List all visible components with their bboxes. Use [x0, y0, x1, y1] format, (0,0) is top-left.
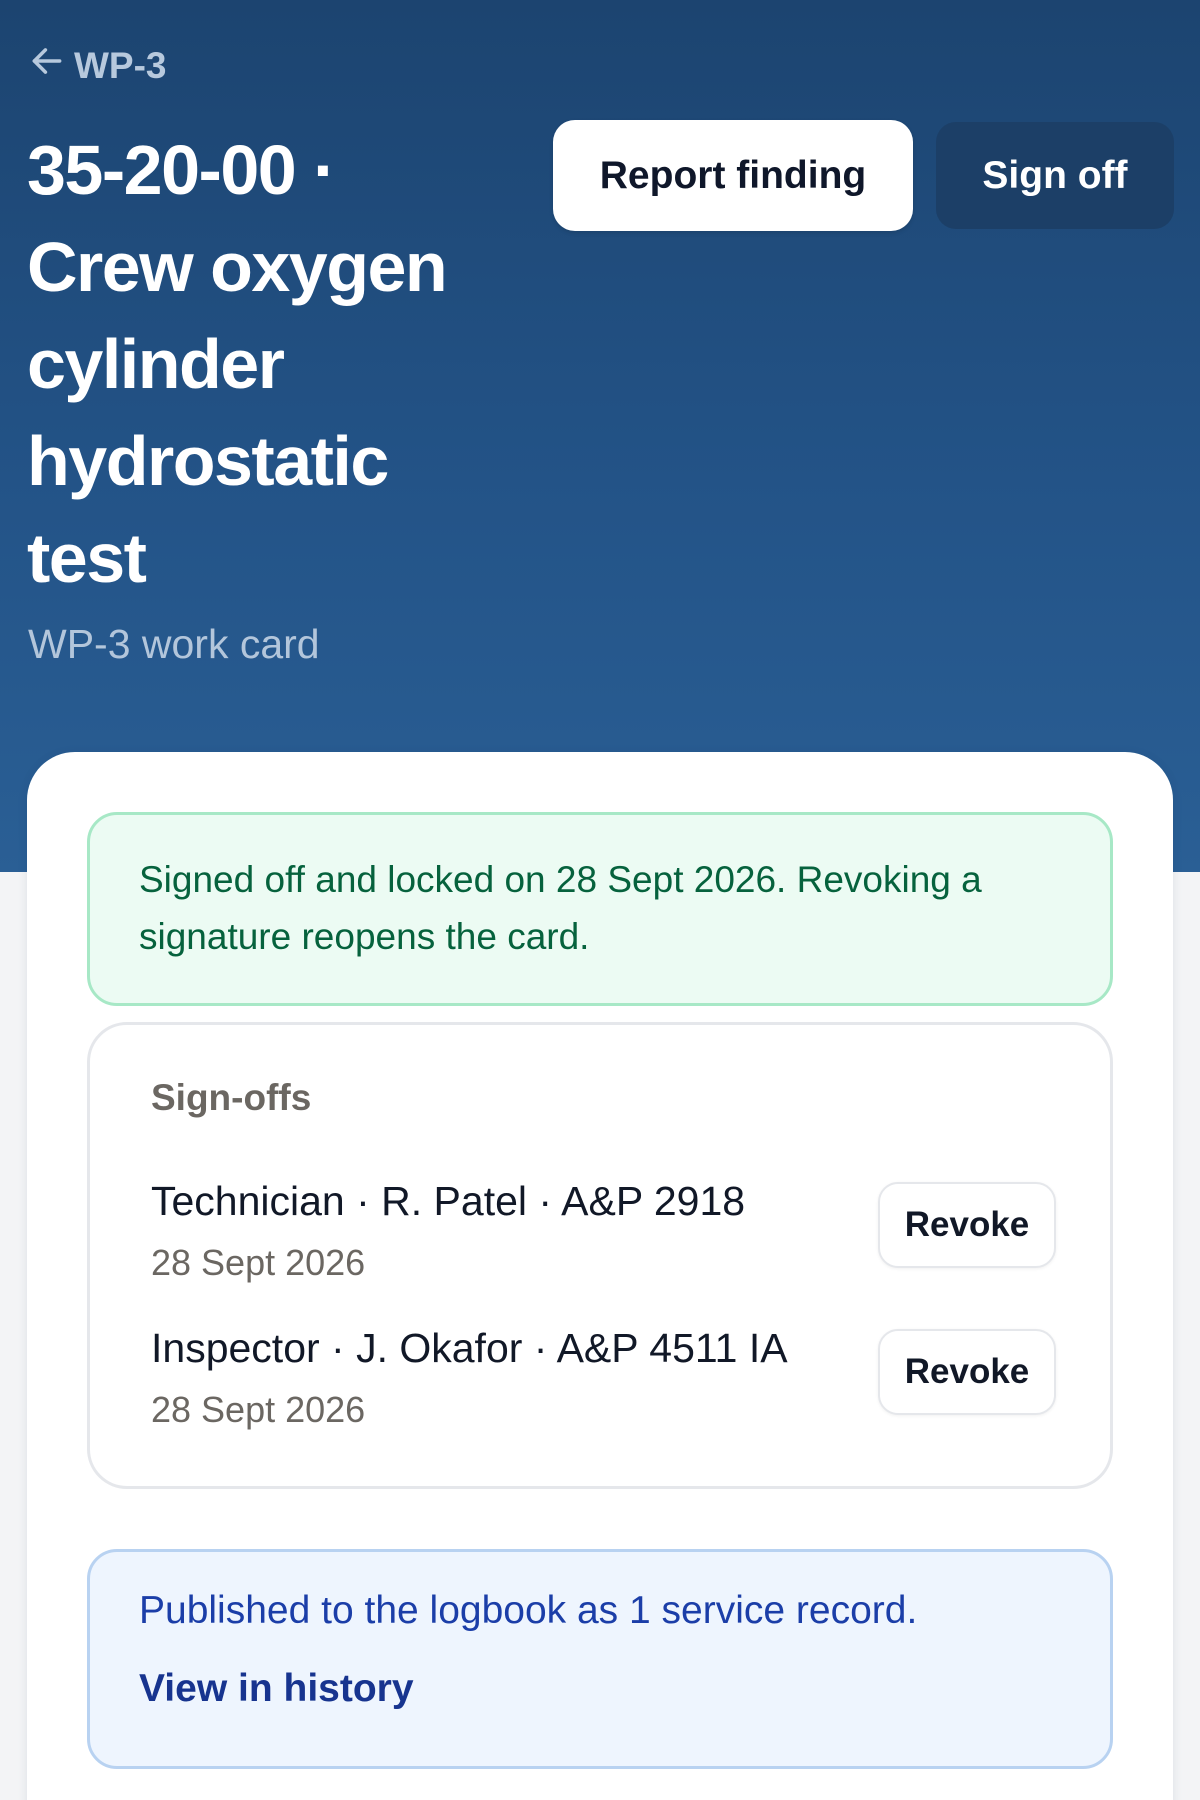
header-banner: WP-3 35-20-00 · Crew oxygen cylinder hyd… — [0, 0, 1200, 872]
signoff-role: Inspector · J. Okafor · A&P 4511 IA — [151, 1325, 788, 1371]
signoffs-section: Sign-offs Technician · R. Patel · A&P 29… — [87, 1022, 1113, 1489]
revoke-button[interactable]: Revoke — [878, 1182, 1056, 1268]
signoff-date: 28 Sept 2026 — [151, 1389, 366, 1430]
back-link[interactable]: WP-3 — [28, 42, 167, 89]
publish-notice: Published to the logbook as 1 service re… — [87, 1549, 1113, 1769]
publish-notice-text: Published to the logbook as 1 service re… — [139, 1589, 918, 1632]
work-card-panel: Signed off and locked on 28 Sept 2026. R… — [27, 752, 1173, 1800]
work-card-page: WP-3 35-20-00 · Crew oxygen cylinder hyd… — [0, 0, 1200, 1800]
sign-off-button[interactable]: Sign off — [936, 122, 1174, 229]
arrow-left-icon — [28, 42, 66, 89]
view-history-link[interactable]: View in history — [139, 1667, 414, 1711]
page-title: 35-20-00 · Crew oxygen cylinder hydrosta… — [27, 131, 448, 597]
revoke-button[interactable]: Revoke — [878, 1329, 1056, 1415]
signoffs-heading: Sign-offs — [151, 1077, 312, 1118]
locked-notice: Signed off and locked on 28 Sept 2026. R… — [87, 812, 1113, 1006]
signoff-role: Technician · R. Patel · A&P 2918 — [151, 1178, 746, 1224]
page-subtitle: WP-3 work card — [28, 621, 320, 667]
signoff-row: Technician · R. Patel · A&P 2918 28 Sept… — [151, 1178, 1056, 1288]
signoff-row: Inspector · J. Okafor · A&P 4511 IA 28 S… — [151, 1325, 1056, 1435]
report-finding-button[interactable]: Report finding — [553, 120, 913, 231]
back-link-label: WP-3 — [74, 44, 167, 86]
signoff-date: 28 Sept 2026 — [151, 1242, 366, 1283]
